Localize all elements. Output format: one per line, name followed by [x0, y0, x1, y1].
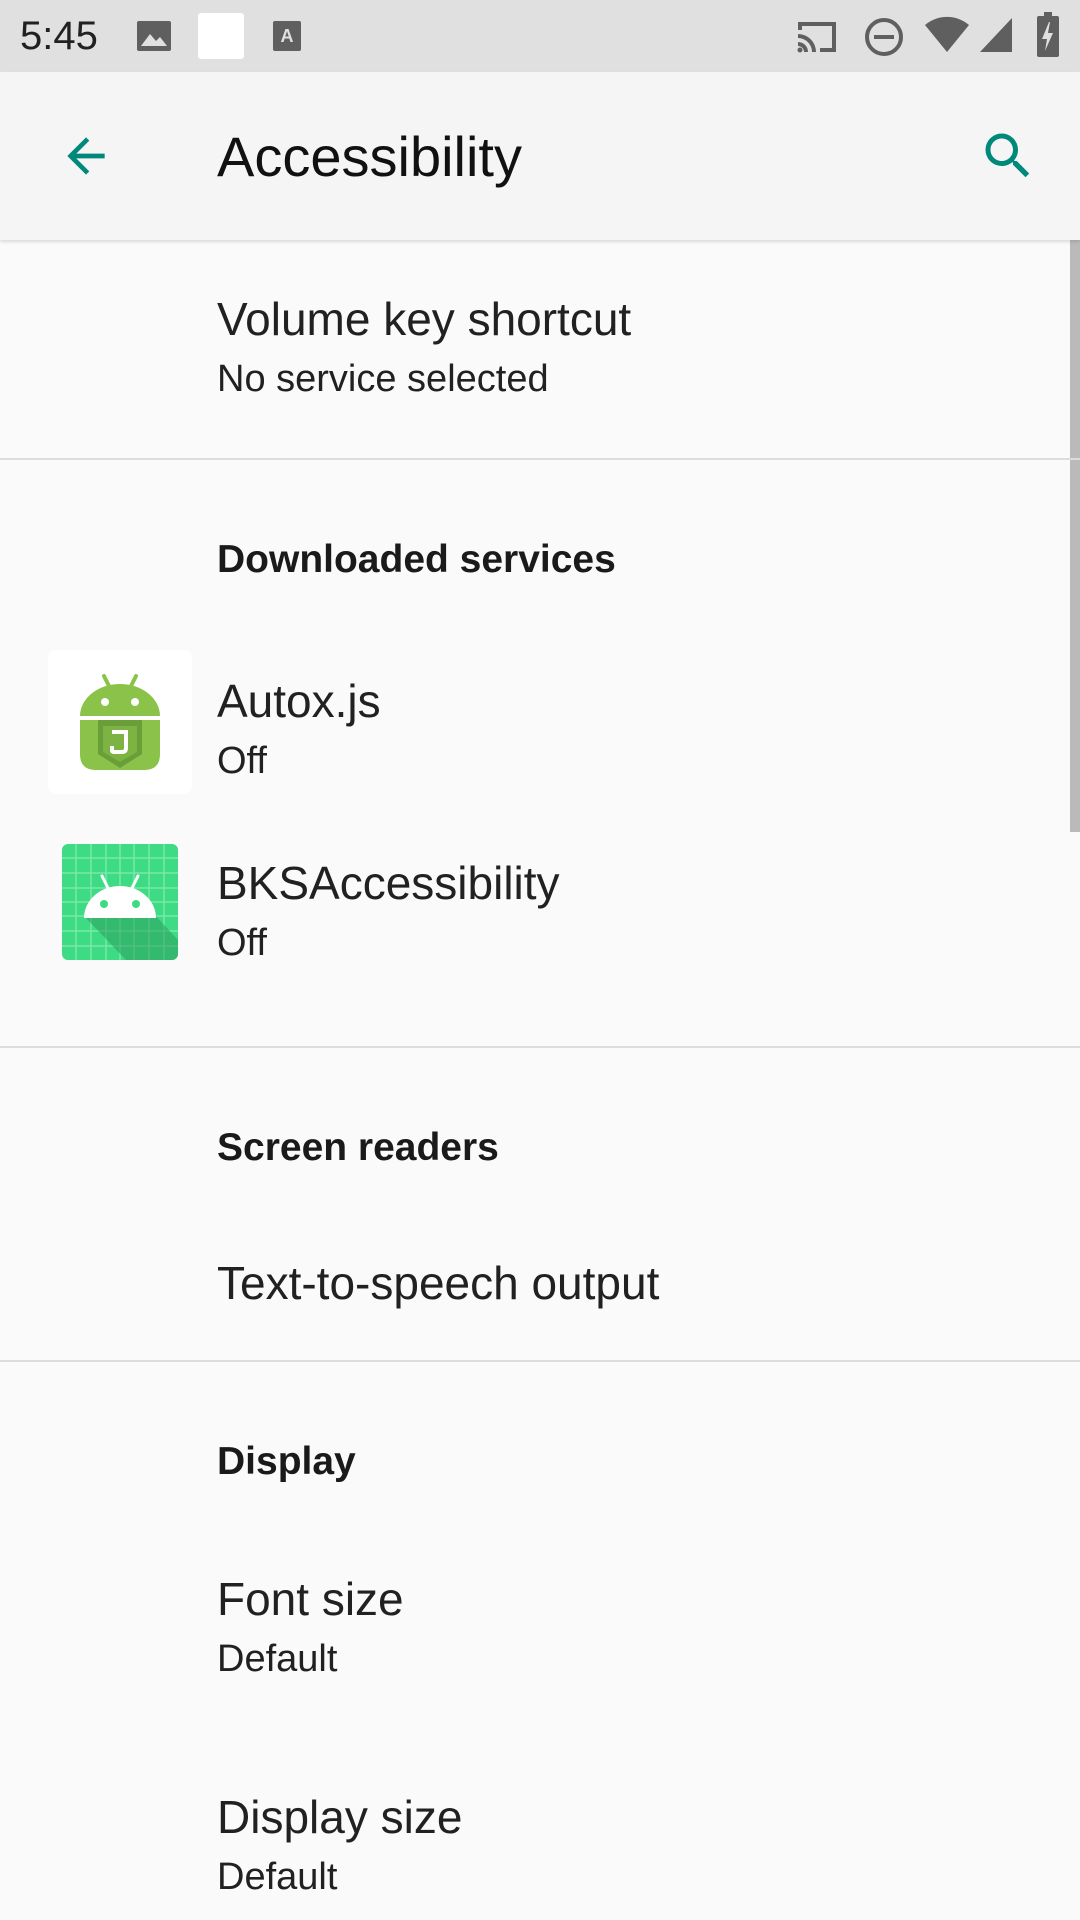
- search-button[interactable]: [962, 110, 1054, 202]
- autoxjs-app-icon: [48, 650, 192, 794]
- volume-key-shortcut-title: Volume key shortcut: [217, 293, 632, 345]
- bksaccessibility-item[interactable]: BKSAccessibility Off: [0, 822, 1068, 1038]
- bksaccessibility-summary: Off: [217, 922, 267, 964]
- search-icon: [985, 133, 1030, 178]
- status-bar: 5:45 A: [0, 0, 1080, 72]
- bksaccessibility-title: BKSAccessibility: [217, 857, 560, 909]
- cell-signal-icon: [980, 18, 1012, 52]
- page-title: Accessibility: [217, 125, 522, 188]
- svg-text:A: A: [281, 26, 294, 46]
- screen: 5:45 A Accessibility Volume key shortcut…: [0, 0, 1080, 1920]
- cast-icon: [797, 22, 836, 53]
- category-display: Display: [217, 1440, 356, 1483]
- category-screen-readers: Screen readers: [217, 1126, 499, 1169]
- display-size-summary: Default: [217, 1856, 338, 1898]
- white-square-icon: [198, 13, 244, 59]
- battery-icon: [1037, 12, 1059, 57]
- category-downloaded-services: Downloaded services: [217, 538, 616, 581]
- text-to-speech-title: Text-to-speech output: [217, 1257, 660, 1309]
- divider: [0, 1360, 1080, 1362]
- font-size-summary: Default: [217, 1638, 338, 1680]
- image-icon: [137, 21, 171, 51]
- volume-key-shortcut-summary: No service selected: [217, 358, 549, 400]
- status-time: 5:45: [20, 14, 98, 58]
- arrow-left-icon: [67, 137, 105, 175]
- autoxjs-summary: Off: [217, 740, 267, 782]
- back-button[interactable]: [40, 110, 132, 202]
- font-size-item[interactable]: Font size Default: [0, 1522, 1068, 1738]
- a-notification-icon: A: [273, 21, 301, 51]
- wifi-icon: [925, 16, 969, 52]
- display-size-title: Display size: [217, 1791, 463, 1843]
- font-size-title: Font size: [217, 1573, 404, 1625]
- divider: [0, 1046, 1080, 1048]
- app-bar: Accessibility: [0, 72, 1080, 240]
- autoxjs-item[interactable]: Autox.js Off: [0, 622, 1068, 822]
- android-app-icon: [62, 844, 178, 960]
- volume-key-shortcut-item[interactable]: Volume key shortcut No service selected: [0, 240, 1068, 458]
- scrollbar[interactable]: [1070, 240, 1080, 832]
- display-size-item[interactable]: Display size Default: [0, 1740, 1068, 1920]
- autoxjs-title: Autox.js: [217, 675, 381, 727]
- text-to-speech-item[interactable]: Text-to-speech output: [0, 1206, 1068, 1356]
- do-not-disturb-icon: [865, 18, 903, 56]
- settings-list[interactable]: Volume key shortcut No service selected …: [0, 240, 1080, 1920]
- divider: [0, 458, 1080, 460]
